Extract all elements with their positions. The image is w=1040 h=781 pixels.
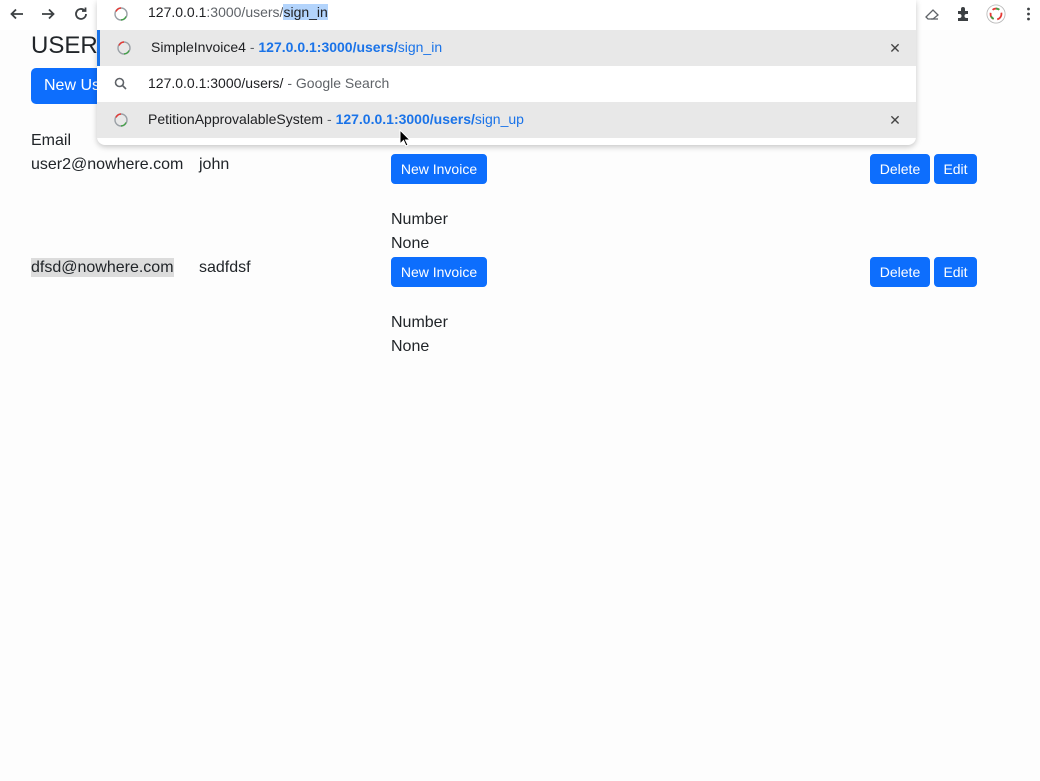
menu-kebab-icon[interactable] <box>1017 3 1039 25</box>
user-email: dfsd@nowhere.com <box>31 258 174 277</box>
invoice-number-value: None <box>391 235 430 252</box>
suggestion-item[interactable]: 127.0.0.1:3000/users/ - Google Search <box>97 66 916 102</box>
address-bar[interactable]: 127.0.0.1:3000/users/sign_in <box>97 0 916 30</box>
suggestion-text: 127.0.0.1:3000/users/ - Google Search <box>148 75 390 91</box>
selected-email-text: dfsd@nowhere.com <box>31 258 174 277</box>
edit-button[interactable]: Edit <box>934 257 977 287</box>
profile-avatar-icon[interactable] <box>985 3 1007 25</box>
search-icon <box>113 76 129 92</box>
user-name: john <box>199 156 230 173</box>
globe-icon <box>113 112 129 128</box>
invoice-number-header: Number <box>391 211 448 228</box>
reload-icon[interactable] <box>68 2 94 26</box>
globe-icon <box>116 40 132 56</box>
invoice-number-value: None <box>391 338 430 355</box>
remove-suggestion-icon[interactable]: ✕ <box>886 39 904 57</box>
globe-icon <box>113 6 129 25</box>
forward-icon[interactable] <box>35 2 61 26</box>
suggestion-item[interactable]: SimpleInvoice4 - 127.0.0.1:3000/users/si… <box>97 30 916 66</box>
delete-button[interactable]: Delete <box>870 257 930 287</box>
address-bar-text: 127.0.0.1:3000/users/sign_in <box>148 4 328 20</box>
suggestion-text: SimpleInvoice4 - 127.0.0.1:3000/users/si… <box>151 39 443 55</box>
extension-eraser-icon[interactable] <box>921 3 943 25</box>
remove-suggestion-icon[interactable]: ✕ <box>886 111 904 129</box>
back-icon[interactable] <box>4 2 30 26</box>
new-invoice-button[interactable]: New Invoice <box>391 154 487 184</box>
edit-button[interactable]: Edit <box>934 154 977 184</box>
user-name: sadfdsf <box>199 259 251 276</box>
column-header-email: Email <box>31 132 72 149</box>
delete-button[interactable]: Delete <box>870 154 930 184</box>
user-email: user2@nowhere.com <box>31 156 184 173</box>
invoice-number-header: Number <box>391 314 448 331</box>
mouse-cursor-icon <box>399 128 412 152</box>
extensions-puzzle-icon[interactable] <box>953 3 975 25</box>
omnibox-dropdown: 127.0.0.1:3000/users/sign_in SimpleInvoi… <box>97 0 916 145</box>
new-invoice-button[interactable]: New Invoice <box>391 257 487 287</box>
suggestion-text: PetitionApprovalableSystem - 127.0.0.1:3… <box>148 111 524 127</box>
suggestion-item[interactable]: PetitionApprovalableSystem - 127.0.0.1:3… <box>97 102 916 138</box>
